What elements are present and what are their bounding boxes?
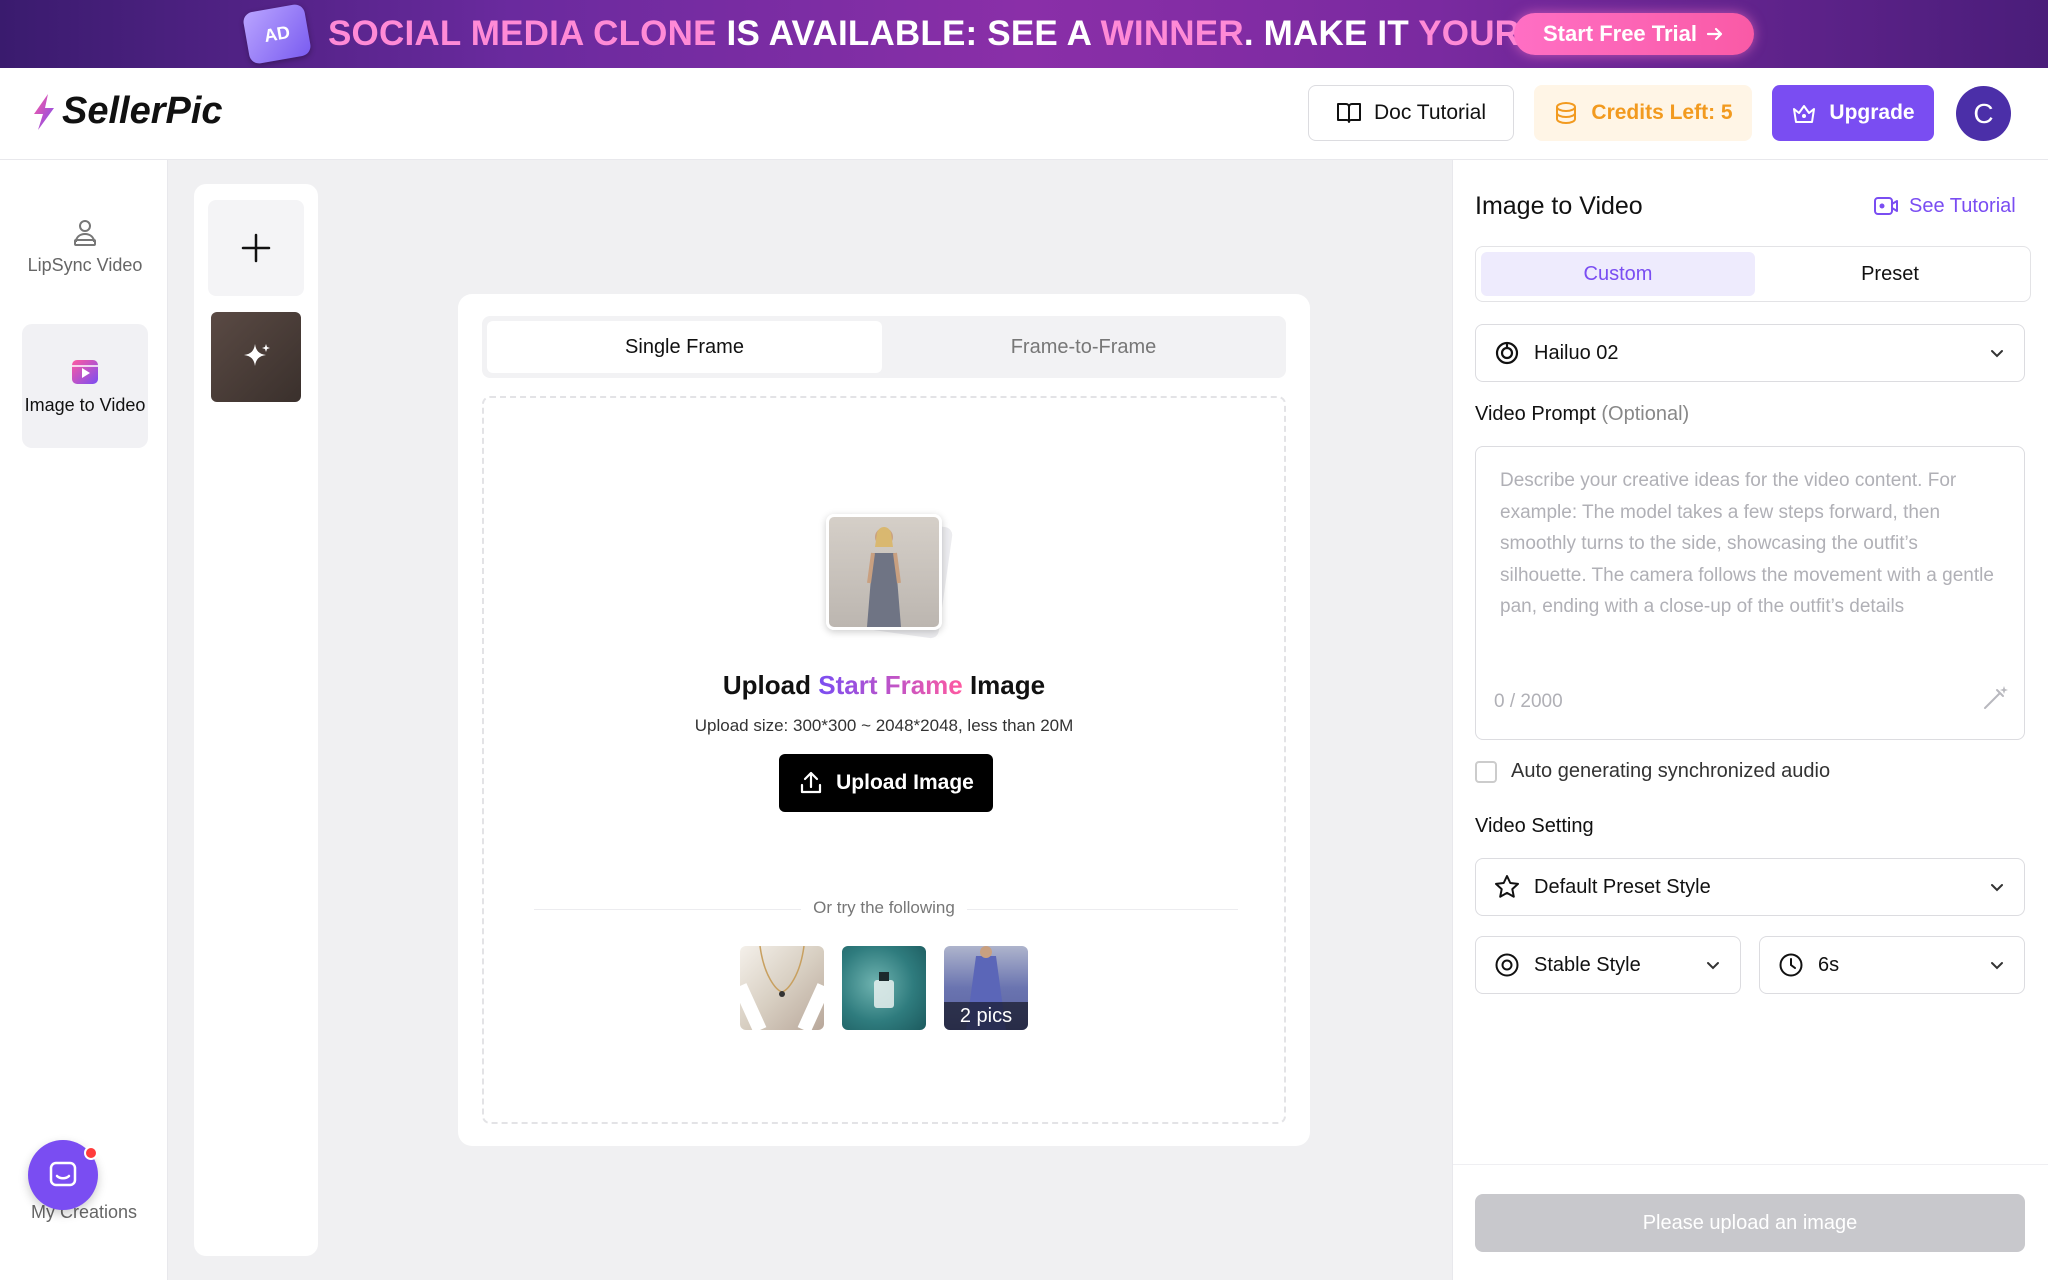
lipsync-icon [74,220,96,246]
duration-select[interactable]: 6s [1759,936,2025,994]
banner-text-part: . MAKE IT [1243,14,1419,53]
credits-label: Credits Left: 5 [1591,101,1733,124]
optional-tag: (Optional) [1601,403,1690,425]
start-free-trial-label: Start Free Trial [1542,21,1698,46]
frame-mode-tabs: Single Frame Frame-to-Frame [482,316,1286,378]
banner-text: SOCIAL MEDIA CLONE IS AVAILABLE: SEE A W… [328,14,1554,54]
image-to-video-icon [72,360,98,384]
video-prompt-label: Video Prompt (Optional) [1475,403,1689,426]
coins-icon [1556,102,1577,125]
sidebar-item-image-to-video[interactable]: Image to Video [22,324,148,448]
top-header: SellerPic Doc Tutorial Credits Left: 5 U… [0,68,2048,160]
video-tutorial-icon [1874,197,1898,215]
sample-perfume-image[interactable] [842,946,926,1030]
chevron-down-icon [1991,350,2003,358]
upgrade-button[interactable]: Upgrade [1772,85,1934,141]
left-sidebar: LipSync Video Image to Video My Creation… [0,160,168,1280]
prompt-placeholder: Describe your creative ideas for the vid… [1500,470,1994,617]
hailuo-model-icon [1495,341,1519,365]
tab-single-frame[interactable]: Single Frame [487,321,882,373]
video-setting-label: Video Setting [1475,815,1594,837]
segment-preset[interactable]: Preset [1753,252,2027,296]
try-samples-label: Or try the following [801,898,967,917]
stable-style-icon [1495,953,1519,977]
sample-dress-image[interactable]: 2 pics [944,946,1028,1030]
banner-text-part: IS AVAILABLE: SEE A [716,14,1101,53]
upload-title-part: Image [962,670,1046,700]
upgrade-label: Upgrade [1829,101,1915,124]
auto-audio-label: Auto generating synchronized audio [1511,760,1831,782]
panel-footer-divider [1453,1164,2048,1165]
model-select[interactable]: Hailuo 02 [1475,324,2025,382]
pics-count-badge: 2 pics [944,1002,1028,1030]
clock-icon [1779,953,1803,977]
upload-image-button[interactable]: Upload Image [779,754,993,812]
upload-title-highlight: Start Frame [818,670,963,700]
sample-necklace-image[interactable] [740,946,824,1030]
arrow-right-icon [1706,27,1723,41]
tab-frame-to-frame[interactable]: Frame-to-Frame [886,321,1281,373]
sidebar-item-label: LipSync Video [27,255,143,275]
panel-title: Image to Video [1475,192,1643,220]
logo-bolt-icon [34,93,54,130]
doc-tutorial-button[interactable]: Doc Tutorial [1308,85,1514,141]
duration-value: 6s [1818,953,1840,976]
necklace-icon [740,946,824,1030]
add-new-button[interactable] [208,200,304,296]
upload-icon [801,771,822,794]
ad-badge-icon: AD [241,3,313,65]
upload-title-part: Upload [722,670,819,700]
video-prompt-label-text: Video Prompt [1475,403,1596,425]
upload-dropzone[interactable]: Upload Start Frame Image Upload size: 30… [482,396,1286,1124]
star-icon [1495,875,1519,898]
logo-text: SellerPic [62,90,223,132]
chevron-down-icon [1707,962,1719,970]
upload-title: Upload Start Frame Image [484,670,1284,701]
video-prompt-textarea[interactable]: Describe your creative ideas for the vid… [1475,446,2025,740]
segment-custom[interactable]: Custom [1481,252,1755,296]
start-free-trial-button[interactable]: Start Free Trial [1514,13,1754,55]
my-creations-link[interactable]: My Creations [0,1202,168,1223]
magic-wand-icon[interactable] [1980,683,2010,713]
see-tutorial-link[interactable]: See Tutorial [1873,194,2016,218]
chevron-down-icon [1991,884,2003,892]
sparkle-icon [244,344,270,366]
sample-model-photo [826,514,942,630]
crown-basket-icon [1793,105,1816,123]
preset-style-value: Default Preset Style [1534,875,1711,898]
plus-icon [241,233,271,263]
mode-segmented-control: Custom Preset [1475,246,2031,302]
motion-style-select[interactable]: Stable Style [1475,936,1741,994]
doc-tutorial-label: Doc Tutorial [1373,101,1487,124]
settings-panel: Image to Video See Tutorial Custom Prese… [1452,160,2048,1280]
try-samples-text: Or try the following [484,898,1284,918]
book-icon [1336,103,1361,123]
prompt-char-count: 0 / 2000 [1494,691,1563,712]
sidebar-item-lipsync-video[interactable]: LipSync Video [22,184,148,308]
perfume-icon [874,972,894,1008]
upload-image-label: Upload Image [836,771,974,794]
sidebar-item-label: Image to Video [24,395,146,415]
sellerpic-logo[interactable]: SellerPic [32,90,223,133]
see-tutorial-label: See Tutorial [1909,194,2016,217]
upload-size-hint: Upload size: 300*300 ~ 2048*2048, less t… [694,716,1074,735]
notification-dot [84,1146,98,1160]
history-column [194,184,318,1256]
auto-audio-option[interactable]: Auto generating synchronized audio [1475,760,1830,783]
banner-text-part: WINNER [1100,14,1244,53]
preset-style-select[interactable]: Default Preset Style [1475,858,2025,916]
model-select-value: Hailuo 02 [1534,341,1619,364]
banner-text-part: SOCIAL MEDIA CLONE [328,14,717,53]
chat-icon [49,1161,77,1187]
auto-audio-checkbox[interactable] [1475,760,1497,783]
model-figure-icon [867,527,901,627]
history-thumbnail[interactable] [211,312,301,402]
upload-card: Single Frame Frame-to-Frame Upload Start… [458,294,1310,1146]
promo-banner[interactable]: AD SOCIAL MEDIA CLONE IS AVAILABLE: SEE … [0,0,2048,68]
generate-button[interactable]: Please upload an image [1475,1194,2025,1252]
motion-style-value: Stable Style [1534,953,1641,976]
chevron-down-icon [1991,962,2003,970]
user-avatar[interactable]: C [1956,86,2011,141]
credits-button[interactable]: Credits Left: 5 [1534,85,1752,141]
